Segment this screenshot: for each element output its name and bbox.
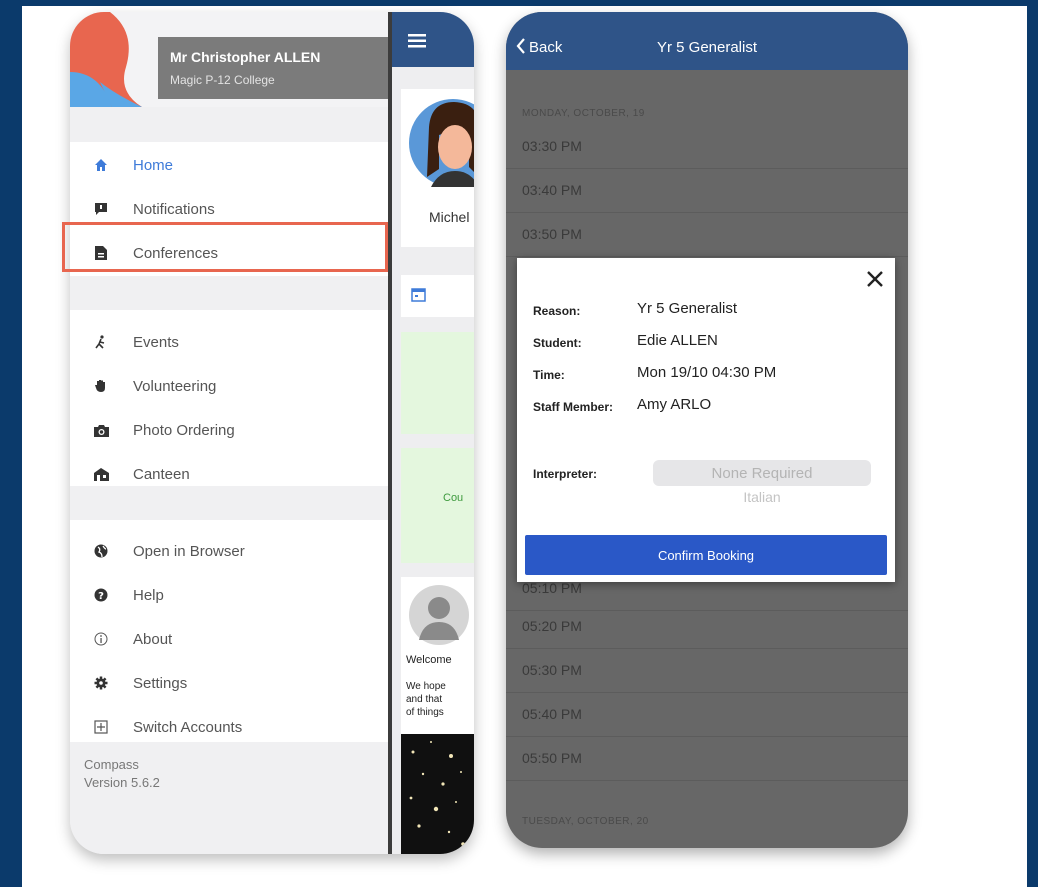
left-phone: Mr Christopher ALLEN Magic P-12 College …: [70, 12, 474, 854]
menu-label-canteen: Canteen: [133, 465, 190, 483]
menu-label-help: Help: [133, 586, 164, 604]
green-info-card[interactable]: Cou: [401, 448, 474, 563]
menu-label-switch-accounts: Switch Accounts: [133, 718, 243, 736]
menu-label-events: Events: [133, 333, 179, 351]
menu-item-settings[interactable]: Settings: [70, 663, 390, 703]
staff-member-label: Staff Member:: [533, 400, 614, 414]
menu-group-tertiary: Open in Browser ? Help About Settings Sw…: [70, 520, 390, 742]
day-header-tuesday: TUESDAY, OCTOBER, 20: [522, 816, 649, 827]
help-icon: ?: [92, 586, 110, 604]
slot-time: 05:50 PM: [522, 750, 582, 766]
starry-image: [401, 734, 474, 854]
slot-time: 03:50 PM: [522, 226, 582, 242]
running-person-icon: [92, 333, 110, 351]
canteen-icon: [92, 465, 110, 483]
confirm-booking-button[interactable]: Confirm Booking: [525, 535, 887, 575]
menu-item-volunteering[interactable]: Volunteering: [70, 366, 390, 406]
time-slot[interactable]: 05:20 PM: [506, 605, 908, 649]
menu-item-about[interactable]: About: [70, 619, 390, 659]
main-topbar: [392, 12, 474, 67]
time-slot[interactable]: 05:40 PM: [506, 693, 908, 737]
time-slot[interactable]: 05:50 PM: [506, 737, 908, 781]
reason-label: Reason:: [533, 304, 581, 318]
svg-text:?: ?: [98, 591, 104, 602]
globe-icon: [92, 542, 110, 560]
menu-item-photo-ordering[interactable]: Photo Ordering: [70, 410, 390, 450]
day-header-monday: MONDAY, OCTOBER, 19: [522, 108, 645, 119]
welcome-line-3: of things: [406, 707, 444, 718]
version-info: Compass Version 5.6.2: [84, 756, 160, 792]
calendar-icon: [411, 287, 426, 307]
slot-time: 05:10 PM: [522, 580, 582, 596]
slot-time: 05:30 PM: [522, 662, 582, 678]
menu-group-secondary: Events Volunteering Photo Ordering Cante…: [70, 310, 390, 486]
slot-time: 03:40 PM: [522, 182, 582, 198]
slot-time: 05:20 PM: [522, 618, 582, 634]
compass-logo-icon: [70, 12, 142, 107]
interpreter-option[interactable]: Italian: [653, 489, 871, 505]
profile-card[interactable]: Michel: [401, 89, 474, 247]
user-name: Mr Christopher ALLEN: [170, 49, 321, 65]
welcome-post-card[interactable]: Welcome We hope and that of things: [401, 577, 474, 854]
hand-icon: [92, 377, 110, 395]
time-slot[interactable]: 03:40 PM: [506, 169, 908, 213]
home-icon: [92, 156, 110, 174]
school-name: Magic P-12 College: [170, 73, 275, 87]
camera-icon: [92, 421, 110, 439]
menu-item-canteen[interactable]: Canteen: [70, 454, 390, 494]
info-icon: [92, 630, 110, 648]
welcome-line-1: We hope: [406, 681, 446, 692]
reason-value: Yr 5 Generalist: [637, 300, 738, 317]
menu-label-settings: Settings: [133, 674, 188, 692]
time-value: Mon 19/10 04:30 PM: [637, 364, 777, 381]
hamburger-menu-icon[interactable]: [408, 34, 426, 53]
interpreter-label: Interpreter:: [533, 467, 598, 481]
interpreter-select[interactable]: None Required: [653, 460, 871, 486]
time-slot[interactable]: 05:30 PM: [506, 649, 908, 693]
menu-label-about: About: [133, 630, 173, 648]
menu-item-help[interactable]: ? Help: [70, 575, 390, 615]
menu-item-events[interactable]: Events: [70, 322, 390, 362]
menu-label-open-in-browser: Open in Browser: [133, 542, 245, 560]
switch-accounts-icon: [92, 718, 110, 736]
profile-name: Michel: [429, 209, 470, 225]
menu-label-photo-ordering: Photo Ordering: [133, 421, 235, 439]
default-avatar-icon: [409, 585, 469, 645]
slot-time: 05:40 PM: [522, 706, 582, 722]
welcome-line-2: and that: [406, 694, 443, 705]
welcome-title: Welcome: [406, 654, 452, 666]
notification-icon: [92, 200, 110, 218]
staff-member-value: Amy ARLO: [637, 396, 712, 413]
time-label: Time:: [533, 368, 565, 382]
booking-title: Yr 5 Generalist: [656, 39, 758, 56]
green-status-card: [401, 332, 474, 434]
menu-label-volunteering: Volunteering: [133, 377, 217, 395]
booking-confirmation-dialog: Reason: Yr 5 Generalist Student: Edie AL…: [517, 258, 895, 582]
booking-topbar: Back Yr 5 Generalist: [506, 12, 908, 70]
menu-label-notifications: Notifications: [133, 200, 215, 218]
gear-icon: [92, 674, 110, 692]
calendar-card[interactable]: [401, 275, 474, 317]
time-slot[interactable]: 03:30 PM: [506, 125, 908, 169]
user-info[interactable]: Mr Christopher ALLEN Magic P-12 College: [158, 37, 390, 99]
conferences-highlight: [62, 222, 388, 272]
time-slot[interactable]: 03:50 PM: [506, 213, 908, 257]
navigation-drawer: Mr Christopher ALLEN Magic P-12 College …: [70, 12, 390, 854]
app-version: Version 5.6.2: [84, 775, 160, 790]
menu-item-open-in-browser[interactable]: Open in Browser: [70, 531, 390, 571]
drawer-header: Mr Christopher ALLEN Magic P-12 College: [70, 12, 390, 107]
close-icon[interactable]: [867, 266, 883, 294]
green-card-text: Cou: [443, 492, 464, 504]
profile-avatar: [409, 99, 474, 187]
menu-item-home[interactable]: Home: [70, 145, 390, 185]
menu-label-home: Home: [133, 156, 174, 174]
menu-item-switch-accounts[interactable]: Switch Accounts: [70, 707, 390, 747]
student-label: Student:: [533, 336, 582, 350]
student-value: Edie ALLEN: [637, 332, 718, 349]
app-name: Compass: [84, 757, 139, 772]
slot-time: 03:30 PM: [522, 138, 582, 154]
main-content-pane: Michel Cou Welcome We hope and that of t…: [392, 12, 474, 854]
